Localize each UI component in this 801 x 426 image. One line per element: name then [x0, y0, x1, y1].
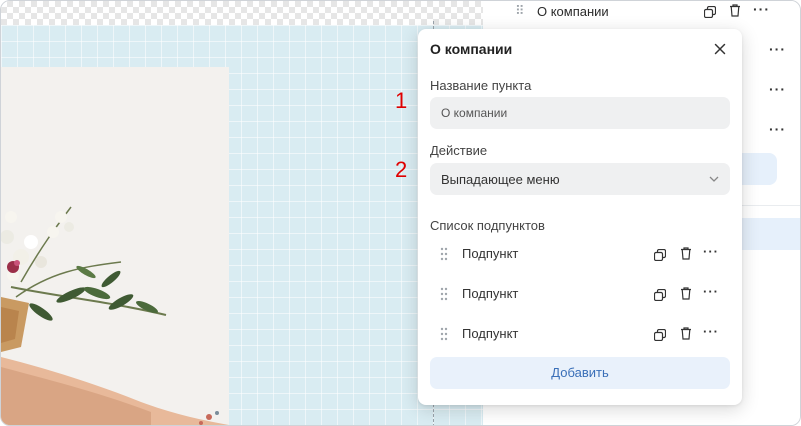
- action-select-value: Выпадающее меню: [441, 172, 560, 187]
- more-icon[interactable]: ···: [753, 1, 770, 17]
- subitem-label: Подпункт: [462, 286, 519, 301]
- subitem-row[interactable]: Подпункт ···: [430, 283, 730, 307]
- subitem-row[interactable]: Подпункт ···: [430, 323, 730, 347]
- name-field-label: Название пункта: [430, 78, 532, 93]
- copy-icon[interactable]: [653, 248, 667, 266]
- selected-row-stub[interactable]: [741, 218, 800, 250]
- flowers-illustration: [1, 206, 229, 425]
- drag-handle-icon[interactable]: ⠿: [515, 3, 524, 19]
- subitem-label: Подпункт: [462, 246, 519, 261]
- transparent-checker-strip: [1, 1, 483, 25]
- trash-icon[interactable]: [680, 247, 692, 265]
- more-icon[interactable]: ···: [703, 244, 719, 259]
- trash-icon[interactable]: [680, 287, 692, 305]
- subitem-label: Подпункт: [462, 326, 519, 341]
- copy-icon[interactable]: [703, 5, 717, 23]
- editor-window: ⠿ О компании ··· ··· ··· ··· 1 2 О компа…: [0, 0, 801, 426]
- subitem-row[interactable]: Подпункт ···: [430, 243, 730, 267]
- annotation-marker-1: 1: [395, 88, 408, 113]
- drag-handle-icon[interactable]: [440, 327, 448, 346]
- copy-icon[interactable]: [653, 288, 667, 306]
- subitems-label: Список подпунктов: [430, 218, 545, 233]
- drag-handle-icon[interactable]: [440, 287, 448, 306]
- more-icon[interactable]: ···: [703, 284, 719, 299]
- add-subitem-button[interactable]: Добавить: [430, 357, 730, 389]
- more-icon[interactable]: ···: [703, 324, 719, 339]
- hero-image: [1, 67, 229, 425]
- menu-item-settings-popup: О компании Название пункта Действие Выпа…: [418, 29, 742, 405]
- close-icon[interactable]: [712, 41, 728, 57]
- more-icon[interactable]: ···: [769, 81, 786, 97]
- add-button-stub[interactable]: [741, 153, 777, 185]
- chevron-down-icon: [708, 172, 720, 190]
- menu-item-label: О компании: [537, 4, 609, 19]
- action-select[interactable]: Выпадающее меню: [430, 163, 730, 195]
- trash-icon[interactable]: [729, 4, 741, 22]
- menu-item-name-input[interactable]: [430, 97, 730, 129]
- action-field-label: Действие: [430, 143, 488, 158]
- annotation-marker-2: 2: [395, 157, 408, 182]
- drag-handle-icon[interactable]: [440, 247, 448, 266]
- more-icon[interactable]: ···: [769, 121, 786, 137]
- copy-icon[interactable]: [653, 328, 667, 346]
- more-icon[interactable]: ···: [769, 41, 786, 57]
- trash-icon[interactable]: [680, 327, 692, 345]
- popup-title: О компании: [430, 41, 513, 57]
